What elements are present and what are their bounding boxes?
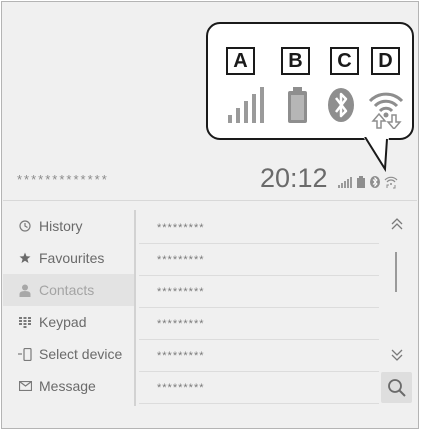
- battery-icon: [357, 176, 365, 188]
- list-item[interactable]: *********: [139, 244, 379, 276]
- label-b: B: [281, 47, 310, 75]
- battery-icon: [288, 87, 307, 123]
- scroll-controls: [380, 212, 414, 408]
- callout-pointer: [363, 137, 389, 173]
- clock-time: 20:12: [260, 163, 328, 193]
- contacts-list: ********* ********* ********* ********* …: [139, 212, 379, 404]
- menu-item-select-device[interactable]: Select device: [3, 338, 136, 370]
- search-icon: [387, 378, 406, 397]
- list-item[interactable]: *********: [139, 340, 379, 372]
- label-a: A: [226, 47, 255, 75]
- menu-item-favourites[interactable]: Favourites: [3, 242, 136, 274]
- menu-item-history[interactable]: History: [3, 210, 136, 242]
- menu-item-contacts[interactable]: Contacts: [3, 274, 136, 306]
- list-item[interactable]: *********: [139, 212, 379, 244]
- list-item[interactable]: *********: [139, 308, 379, 340]
- menu-item-label: Keypad: [39, 314, 87, 330]
- menu-item-label: Contacts: [39, 282, 95, 298]
- bluetooth-icon: [370, 176, 380, 188]
- menu-item-message[interactable]: Message: [3, 370, 136, 402]
- menu-item-label: Select device: [39, 346, 123, 362]
- wifi-transfer-icon: [384, 176, 398, 189]
- device-name: *************: [17, 172, 109, 187]
- phone-menu: History Favourites Contacts Keypad Selec…: [3, 210, 136, 402]
- signal-strength-icon: [338, 177, 352, 188]
- signal-strength-icon: [228, 87, 264, 123]
- status-icon-callout: A B C D: [206, 22, 414, 140]
- menu-divider: [134, 210, 136, 406]
- envelope-icon: [17, 381, 33, 391]
- phone-device-icon: [17, 347, 33, 361]
- bluetooth-icon: [328, 88, 354, 122]
- menu-item-label: Message: [39, 378, 96, 394]
- double-chevron-down-icon: [391, 349, 403, 361]
- scroll-up-button[interactable]: [382, 216, 412, 238]
- scrollbar-track[interactable]: [395, 252, 397, 292]
- status-bar: ************* 20:12: [3, 160, 417, 201]
- menu-item-label: Favourites: [39, 250, 105, 266]
- menu-item-keypad[interactable]: Keypad: [3, 306, 136, 338]
- double-chevron-up-icon: [391, 218, 403, 230]
- person-icon: [17, 284, 33, 297]
- list-item[interactable]: *********: [139, 276, 379, 308]
- scroll-down-button[interactable]: [382, 347, 412, 369]
- star-icon: [17, 252, 33, 264]
- search-button[interactable]: [381, 372, 412, 403]
- list-item[interactable]: *********: [139, 372, 379, 404]
- wifi-transfer-icon: [368, 92, 404, 129]
- keypad-icon: [17, 316, 33, 328]
- menu-item-label: History: [39, 218, 83, 234]
- label-c: C: [330, 47, 359, 75]
- label-d: D: [371, 47, 400, 75]
- clock-icon: [17, 220, 33, 232]
